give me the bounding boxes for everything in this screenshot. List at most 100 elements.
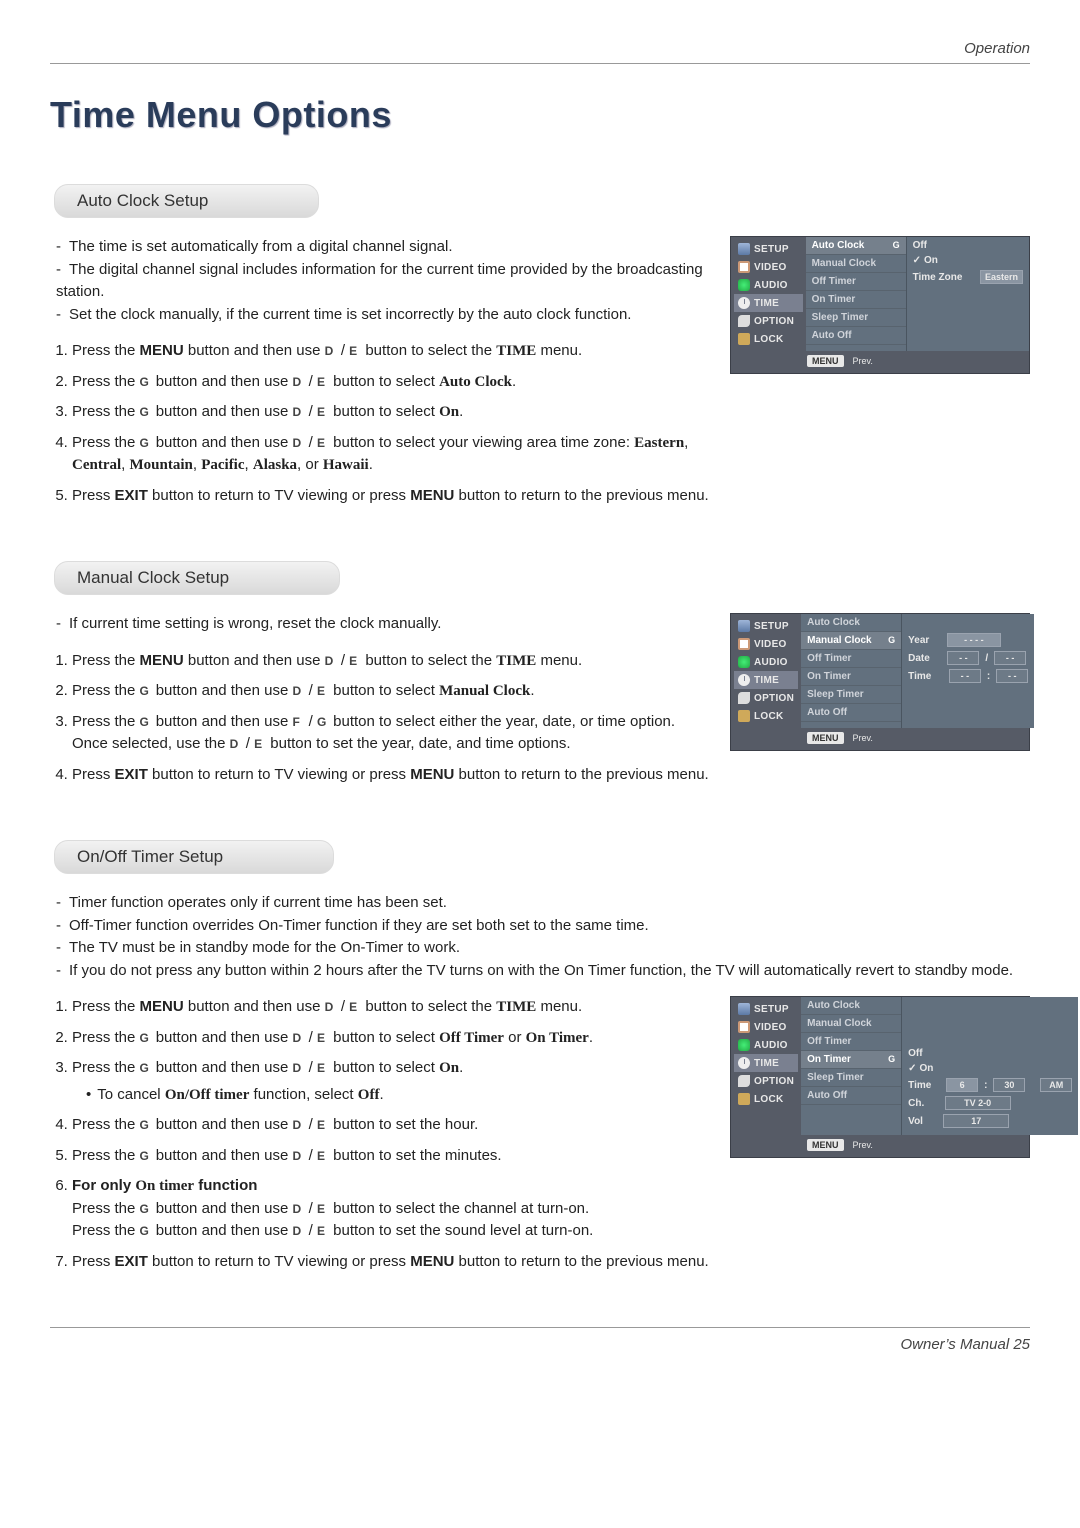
osd-list: Auto ClockG Manual Clock Off Timer On Ti… [806,237,907,351]
list-item: If current time setting is wrong, reset … [56,613,710,636]
nav-video: VIDEO [734,1018,798,1036]
osd-item: Auto Clock [801,997,901,1015]
nav-lock: LOCK [734,707,798,725]
list-item: Press the G button and then use D / E bu… [72,401,710,424]
nav-audio: AUDIO [734,653,798,671]
osd-item: Sleep Timer [801,1069,901,1087]
option-icon [738,315,750,327]
video-icon [738,261,750,273]
osd-right: Off On Time Zone Eastern [907,237,1029,351]
check-icon: On [908,1063,933,1074]
prev-chip: Prev. [848,1139,878,1151]
timezone-value: Eastern [980,270,1023,284]
list-item: Press the G button and then use F / G bu… [72,711,710,756]
list-item: Press the G button and then use D / E bu… [72,1145,710,1168]
menu-chip: MENU [807,1139,844,1151]
section-label: Operation [964,40,1030,57]
list-item: Press the G button and then use D / E bu… [72,680,710,703]
time-icon [738,1057,750,1069]
section-a-intro: The time is set automatically from a dig… [56,236,710,326]
nav-setup: SETUP [734,240,803,258]
page-header: Operation [50,40,1030,64]
nav-lock: LOCK [734,1090,798,1108]
osd-item: Sleep Timer [801,686,901,704]
nav-setup: SETUP [734,1000,798,1018]
timer-channel: TV 2-0 [945,1096,1011,1110]
g-indicator: G [893,240,900,250]
nav-time: TIME [734,1054,798,1072]
section-a-steps: Press the MENU button and then use D / E… [50,340,710,507]
osd-item: Sleep Timer [806,309,906,327]
section-a-title: Auto Clock Setup [54,184,319,218]
prev-chip: Prev. [848,732,878,744]
nav-option: OPTION [734,312,803,330]
osd-on-off-timer: SETUP VIDEO AUDIO TIME OPTION LOCK Auto … [730,996,1030,1158]
osd-item: Auto Off [806,327,906,345]
nav-lock: LOCK [734,330,803,348]
list-item: Press the MENU button and then use D / E… [72,340,710,363]
osd-item: Manual Clock [801,1015,901,1033]
year-value: - - - - [947,633,1001,647]
osd-nav: SETUP VIDEO AUDIO TIME OPTION LOCK [731,237,806,351]
section-b-title: Manual Clock Setup [54,561,340,595]
setup-icon [738,1003,750,1015]
g-indicator: G [888,1054,895,1064]
osd-item: Auto Clock [801,614,901,632]
nav-video: VIDEO [734,258,803,276]
list-item: Press the G button and then use D / E bu… [72,432,710,477]
list-item: Press the G button and then use D / E bu… [72,371,710,394]
timer-ampm: AM [1040,1078,1072,1092]
list-item: Press EXIT button to return to TV viewin… [72,1251,710,1274]
osd-manual-clock: SETUP VIDEO AUDIO TIME OPTION LOCK Auto … [730,613,1030,751]
setup-icon [738,243,750,255]
time-hh: - - [949,669,981,683]
setup-icon [738,620,750,632]
timer-hour: 6 [946,1078,978,1092]
timer-min: 30 [993,1078,1025,1092]
osd-item: Off Timer [801,1033,901,1051]
timer-volume: 17 [943,1114,1009,1128]
list-item: The TV must be in standby mode for the O… [56,937,1030,960]
section-c-intro-block: Timer function operates only if current … [50,892,1030,982]
list-item: If you do not press any button within 2 … [56,960,1030,983]
list-item: Press the MENU button and then use D / E… [72,650,710,673]
date-mm: - - [947,651,979,665]
video-icon [738,638,750,650]
nav-time: TIME [734,671,798,689]
nav-setup: SETUP [734,617,798,635]
sub-bullet: To cancel On/Off timer function, select … [86,1084,710,1107]
list-item: Press the MENU button and then use D / E… [72,996,710,1019]
section-b-text: If current time setting is wrong, reset … [50,613,710,794]
g-indicator: G [888,635,895,645]
audio-icon [738,279,750,291]
time-icon [738,674,750,686]
list-item: Set the clock manually, if the current t… [56,304,710,327]
nav-time: TIME [734,294,803,312]
option-icon [738,692,750,704]
lock-icon [738,1093,750,1105]
list-item: Press the G button and then use D / E bu… [72,1027,710,1050]
osd-item-manual-clock: Manual ClockG [801,632,901,650]
list-item: Press EXIT button to return to TV viewin… [72,485,710,508]
page-title: Time Menu Options [50,94,1030,136]
check-icon: On [913,255,938,266]
osd-auto-clock: SETUP VIDEO AUDIO TIME OPTION LOCK Auto … [730,236,1030,374]
nav-video: VIDEO [734,635,798,653]
list-item: Press the G button and then use D / E bu… [72,1114,710,1137]
osd-item: Manual Clock [806,255,906,273]
osd-item: On Timer [806,291,906,309]
footer-text: Owner’s Manual 25 [900,1336,1030,1353]
osd-item: Auto Off [801,1087,901,1105]
prev-chip: Prev. [848,355,878,367]
time-mm: - - [996,669,1028,683]
osd-item-auto-clock: Auto ClockG [806,237,906,255]
audio-icon [738,656,750,668]
video-icon [738,1021,750,1033]
section-a-text: The time is set automatically from a dig… [50,236,710,515]
osd-item: On Timer [801,668,901,686]
nav-option: OPTION [734,689,798,707]
section-c-title: On/Off Timer Setup [54,840,334,874]
list-item: Timer function operates only if current … [56,892,1030,915]
lock-icon [738,710,750,722]
osd-footer: MENU Prev. [807,353,1023,369]
